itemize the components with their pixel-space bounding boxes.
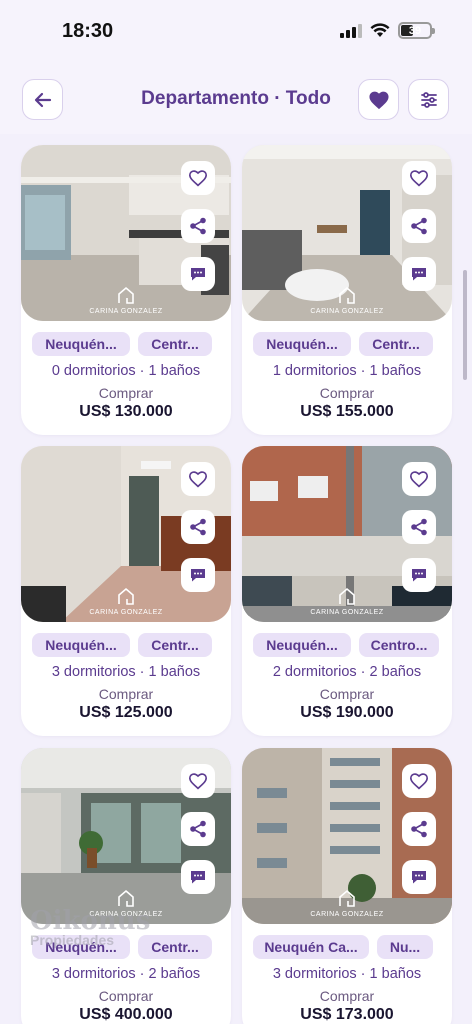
share-icon xyxy=(411,518,427,536)
listing-operation: Comprar xyxy=(319,988,375,1004)
listing-operation: Comprar xyxy=(98,385,154,401)
city-tag: Neuquén Ca... xyxy=(253,935,369,959)
chat-icon xyxy=(412,871,426,884)
oikonus-watermark: Oikonus Propiedades xyxy=(30,906,151,948)
favorite-button[interactable] xyxy=(402,462,436,496)
agency-logo-icon xyxy=(339,286,355,304)
heart-outline-icon xyxy=(188,773,208,790)
wifi-icon xyxy=(370,23,390,37)
zone-tag: Centr... xyxy=(138,633,212,657)
heart-outline-icon xyxy=(409,471,429,488)
agency-logo-icon xyxy=(118,587,134,605)
chat-icon xyxy=(412,569,426,582)
listing-operation: Comprar xyxy=(319,686,375,702)
sliders-icon xyxy=(420,91,437,108)
chat-button[interactable] xyxy=(402,558,436,592)
listing-card[interactable]: CARINA GONZALEZ Neuquén... Centr... 0 do… xyxy=(21,145,231,435)
favorite-button[interactable] xyxy=(402,161,436,195)
share-button[interactable] xyxy=(181,209,215,243)
listing-details: 3 dormitorios · 2 baños xyxy=(51,966,201,982)
listing-price: US$ 125.000 xyxy=(79,704,173,721)
share-icon xyxy=(411,217,427,235)
chat-button[interactable] xyxy=(402,257,436,291)
favorite-button[interactable] xyxy=(402,764,436,798)
listing-details: 3 dormitorios · 1 baños xyxy=(272,966,422,982)
favorites-button[interactable] xyxy=(358,79,399,120)
battery-level: 39 xyxy=(408,24,422,37)
city-tag: Neuquén... xyxy=(253,332,351,356)
chat-button[interactable] xyxy=(402,860,436,894)
scrollbar[interactable] xyxy=(463,270,467,380)
chat-icon xyxy=(412,268,426,281)
heart-outline-icon xyxy=(409,773,429,790)
listing-details: 1 dormitorios · 1 baños xyxy=(272,363,422,379)
agency-logo-icon xyxy=(339,587,355,605)
listing-price: US$ 173.000 xyxy=(300,1006,394,1023)
listing-details: 2 dormitorios · 2 baños xyxy=(272,664,422,680)
favorite-button[interactable] xyxy=(181,161,215,195)
city-tag: Neuquén... xyxy=(32,633,130,657)
listing-price: US$ 400.000 xyxy=(79,1006,173,1023)
share-button[interactable] xyxy=(402,209,436,243)
share-icon xyxy=(190,518,206,536)
zone-tag: Centr... xyxy=(138,332,212,356)
listing-details: 3 dormitorios · 1 baños xyxy=(51,664,201,680)
heart-filled-icon xyxy=(368,91,389,109)
share-button[interactable] xyxy=(402,812,436,846)
zone-tag: Centr... xyxy=(359,332,433,356)
chat-button[interactable] xyxy=(181,860,215,894)
city-tag: Neuquén... xyxy=(32,332,130,356)
share-button[interactable] xyxy=(402,510,436,544)
listing-card[interactable]: CARINA GONZALEZ Neuquén... Centr... 3 do… xyxy=(21,446,231,736)
header: Departamento · Todo xyxy=(0,64,472,134)
chat-button[interactable] xyxy=(181,558,215,592)
listings-grid: CARINA GONZALEZ Neuquén... Centr... 0 do… xyxy=(0,134,472,1024)
share-icon xyxy=(411,820,427,838)
status-time: 18:30 xyxy=(62,20,114,42)
share-icon xyxy=(190,217,206,235)
listing-operation: Comprar xyxy=(98,686,154,702)
listing-details: 0 dormitorios · 1 baños xyxy=(51,363,201,379)
favorite-button[interactable] xyxy=(181,764,215,798)
chat-icon xyxy=(191,871,205,884)
heart-outline-icon xyxy=(409,170,429,187)
listing-price: US$ 190.000 xyxy=(300,704,394,721)
listing-card[interactable]: CARINA GONZALEZ Neuquén... Centr... 1 do… xyxy=(242,145,452,435)
agency-logo-icon xyxy=(118,286,134,304)
listing-card[interactable]: CARINA GONZALEZ Neuquén... Centro... 2 d… xyxy=(242,446,452,736)
listing-price: US$ 155.000 xyxy=(300,403,394,420)
battery-icon: 39 xyxy=(398,22,435,39)
listing-card[interactable]: CARINA GONZALEZ Neuquén Ca... Nu... 3 do… xyxy=(242,748,452,1024)
page-title: Departamento · Todo xyxy=(141,88,331,109)
share-icon xyxy=(190,820,206,838)
city-tag: Neuquén... xyxy=(253,633,351,657)
heart-outline-icon xyxy=(188,471,208,488)
status-bar: 18:30 39 xyxy=(0,0,472,64)
heart-outline-icon xyxy=(188,170,208,187)
listing-price: US$ 130.000 xyxy=(79,403,173,420)
zone-tag: Nu... xyxy=(377,935,433,959)
zone-tag: Centro... xyxy=(359,633,439,657)
share-button[interactable] xyxy=(181,812,215,846)
listing-operation: Comprar xyxy=(98,988,154,1004)
favorite-button[interactable] xyxy=(181,462,215,496)
chat-icon xyxy=(191,569,205,582)
cellular-signal-icon xyxy=(340,23,362,38)
filters-button[interactable] xyxy=(408,79,449,120)
share-button[interactable] xyxy=(181,510,215,544)
listing-operation: Comprar xyxy=(319,385,375,401)
chat-button[interactable] xyxy=(181,257,215,291)
agency-logo-icon xyxy=(339,889,355,907)
chat-icon xyxy=(191,268,205,281)
listing-card[interactable]: CARINA GONZALEZ Neuquén... Centr... 3 do… xyxy=(21,748,231,1024)
